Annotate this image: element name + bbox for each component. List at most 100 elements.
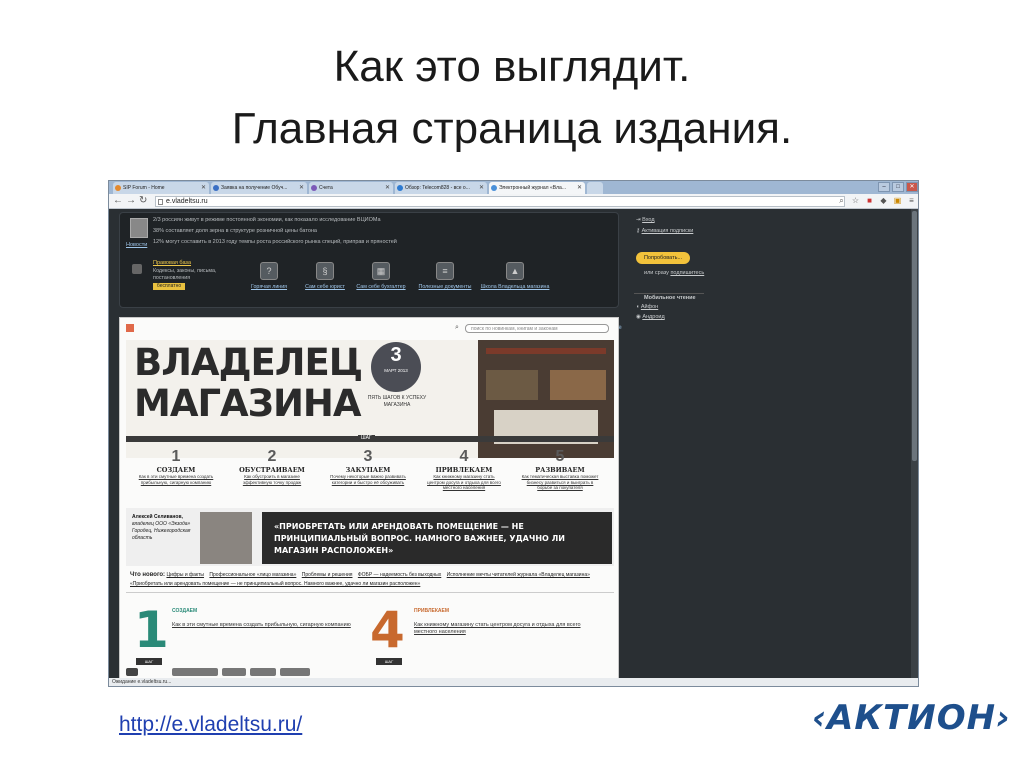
zoom-icon[interactable]: ⌕	[837, 196, 846, 206]
reload-icon[interactable]: ↻	[139, 195, 147, 206]
tab-close-icon[interactable]: ✕	[201, 182, 206, 194]
news-link[interactable]: Новости	[126, 242, 147, 248]
browser-tab-1[interactable]: SIP Forum - Home ✕	[113, 182, 209, 194]
news-item[interactable]: 38% составляет доля зерна в структуре ро…	[153, 228, 317, 234]
service-school[interactable]: ▲ Школа Владельца магазина	[480, 262, 550, 290]
service-accountant[interactable]: ▦ Сам себе бухгалтер	[346, 262, 416, 290]
section-text[interactable]: Как в эти смутные времена создать прибыл…	[172, 622, 352, 629]
browser-tab-4[interactable]: Обзор: Telecom828 - все о... ✕	[395, 182, 487, 194]
quote-box: «ПРИОБРЕТАТЬ ИЛИ АРЕНДОВАТЬ ПОМЕЩЕНИЕ — …	[262, 512, 612, 564]
step-desc[interactable]: Как тематическая выставка поможет бизнес…	[520, 474, 600, 491]
tab-label: Электронный журнал «Вла...	[499, 185, 566, 191]
minimize-icon[interactable]: –	[878, 182, 890, 192]
slide-title-line1: Как это выглядит.	[333, 42, 691, 91]
step-name: СОЗДАЕМ	[156, 466, 196, 474]
toolbar-icons: ⌕ ☆ ■ ◆ ▣ ≡	[837, 196, 916, 206]
forward-arrow-icon[interactable]: →	[126, 195, 136, 206]
section-bar: ШАГ	[376, 658, 402, 665]
iphone-link[interactable]: Айфон	[641, 304, 658, 310]
whats-new-label: Что нового:	[130, 572, 166, 578]
home-icon[interactable]	[126, 324, 134, 332]
step-3[interactable]: 3 ЗАКУПАЕМ Почему некоторые важно развив…	[328, 448, 408, 485]
magazine-page: ⌕ поиск по новинкам, книгам и законам ВЛ…	[119, 317, 619, 680]
maximize-icon[interactable]: □	[892, 182, 904, 192]
step-number: 5	[555, 448, 565, 465]
android-row[interactable]: ◉ Андроид	[636, 314, 665, 320]
interview-quote-block[interactable]: Алексей Селиванов, владелец ООО «Экзода»…	[126, 508, 614, 566]
tab-close-icon[interactable]: ✕	[299, 182, 304, 194]
shelf-decor	[550, 370, 606, 400]
android-icon: ◉	[636, 314, 641, 320]
law-icon: §	[316, 262, 334, 280]
whats-new-link[interactable]: «Приобретать или арендовать помещение — …	[130, 581, 420, 587]
step-1[interactable]: 1 СОЗДАЕМ Как в эти смутные времена созд…	[136, 448, 216, 485]
subscribe-prefix: или сразу	[644, 270, 669, 276]
legal-base-desc: постановления	[153, 275, 191, 281]
whats-new-link[interactable]: ФОБР — надеемость без выходных	[358, 572, 441, 578]
new-tab-button[interactable]	[587, 182, 603, 194]
bottom-tab[interactable]	[280, 668, 310, 676]
login-row[interactable]: ⇥ Вход	[636, 217, 655, 223]
android-link[interactable]: Андроид	[642, 314, 664, 320]
issue-number: 3	[390, 344, 402, 366]
browser-tab-2[interactable]: Заявка на получение Обуч... ✕	[211, 182, 307, 194]
news-item[interactable]: 12% могут составить в 2013 году темпы ро…	[153, 239, 397, 245]
extension-icon[interactable]: ◆	[879, 196, 888, 206]
shelf-decor	[486, 370, 538, 400]
service-documents[interactable]: ≡ Полезные документы	[410, 262, 480, 290]
person-position: Городец, Нижегородская	[132, 528, 191, 534]
browser-tab-5-active[interactable]: Электронный журнал «Вла... ✕	[489, 182, 585, 194]
try-button[interactable]: Попробовать...	[636, 252, 690, 264]
legal-base-link[interactable]: Правовая база	[153, 260, 191, 266]
calculator-icon: ▦	[372, 262, 390, 280]
step-2[interactable]: 2 ОБУСТРАИВАЕМ Как обустроить в магазине…	[232, 448, 312, 485]
person-position: владелец ООО «Экзода»	[132, 521, 191, 527]
step-number: 4	[459, 448, 469, 465]
section-text[interactable]: Как книжному магазину стать центром досу…	[414, 622, 594, 636]
bottom-tab[interactable]	[250, 668, 276, 676]
whats-new-link[interactable]: Исполнение мечты читателей журнала «Влад…	[447, 572, 590, 578]
step-number: 2	[267, 448, 277, 465]
magazine-search-input[interactable]: поиск по новинкам, книгам и законам	[465, 324, 609, 333]
close-icon[interactable]: ✕	[906, 182, 918, 192]
bottom-tabs	[126, 668, 326, 676]
iphone-row[interactable]: ◖ Айфон	[636, 304, 658, 310]
tab-close-icon[interactable]: ✕	[577, 182, 582, 194]
whats-new-link[interactable]: Цифры и факты	[166, 572, 204, 578]
whats-new-link[interactable]: Проблемы и решения	[302, 572, 353, 578]
login-link[interactable]: Вход	[642, 217, 654, 223]
activate-row[interactable]: ⚷ Активация подписки	[636, 228, 696, 234]
bottom-tab[interactable]	[222, 668, 246, 676]
issue-caption: ПЯТЬ ШАГОВ К УСПЕХУ МАГАЗИНА	[367, 395, 427, 408]
scrollbar-thumb[interactable]	[912, 211, 917, 461]
step-desc[interactable]: Почему некоторые важно развивать категор…	[328, 474, 408, 485]
step-desc[interactable]: Как обустроить в магазине эффективную то…	[232, 474, 312, 485]
back-arrow-icon[interactable]: ←	[113, 195, 123, 206]
site-url-link[interactable]: http://e.vladeltsu.ru/	[119, 713, 302, 737]
browser-tab-3[interactable]: Счета ✕	[309, 182, 393, 194]
extension-icon[interactable]: ■	[865, 196, 874, 206]
whats-new-link[interactable]: Профессиональное «лицо магазина»	[209, 572, 296, 578]
tab-close-icon[interactable]: ✕	[479, 182, 484, 194]
bottom-tab[interactable]	[172, 668, 218, 676]
tab-close-icon[interactable]: ✕	[385, 182, 390, 194]
browser-window: SIP Forum - Home ✕ Заявка на получение О…	[108, 180, 919, 687]
step-4[interactable]: 4 ПРИВЛЕКАЕМ Как книжному магазину стать…	[424, 448, 504, 491]
news-item[interactable]: 2/3 россиян живут в режиме постоянной эк…	[153, 217, 381, 223]
subscribe-link[interactable]: подпишитесь	[670, 270, 704, 276]
bookmark-star-icon[interactable]: ☆	[851, 196, 860, 206]
step-desc[interactable]: Как книжному магазину стать центром досу…	[424, 474, 504, 491]
search-icon[interactable]: ⌕	[455, 324, 459, 332]
tab-bar: SIP Forum - Home ✕ Заявка на получение О…	[109, 181, 918, 194]
step-5[interactable]: 5 РАЗВИВАЕМ Как тематическая выставка по…	[520, 448, 600, 491]
address-bar[interactable]: e.vladeltsu.ru	[155, 196, 845, 207]
menu-icon[interactable]: ≡	[907, 196, 916, 206]
bottom-tab[interactable]	[126, 668, 138, 676]
step-desc[interactable]: Как в эти смутные времена создать прибыл…	[136, 474, 216, 485]
activate-subscription-link[interactable]: Активация подписки	[642, 228, 694, 234]
extension-icon[interactable]: ▣	[893, 196, 902, 206]
strip-label: ШАГ	[358, 435, 375, 441]
tab-label: Заявка на получение Обуч...	[221, 185, 288, 191]
free-badge[interactable]: бесплатно	[153, 283, 185, 290]
tab-label: SIP Forum - Home	[123, 185, 165, 191]
